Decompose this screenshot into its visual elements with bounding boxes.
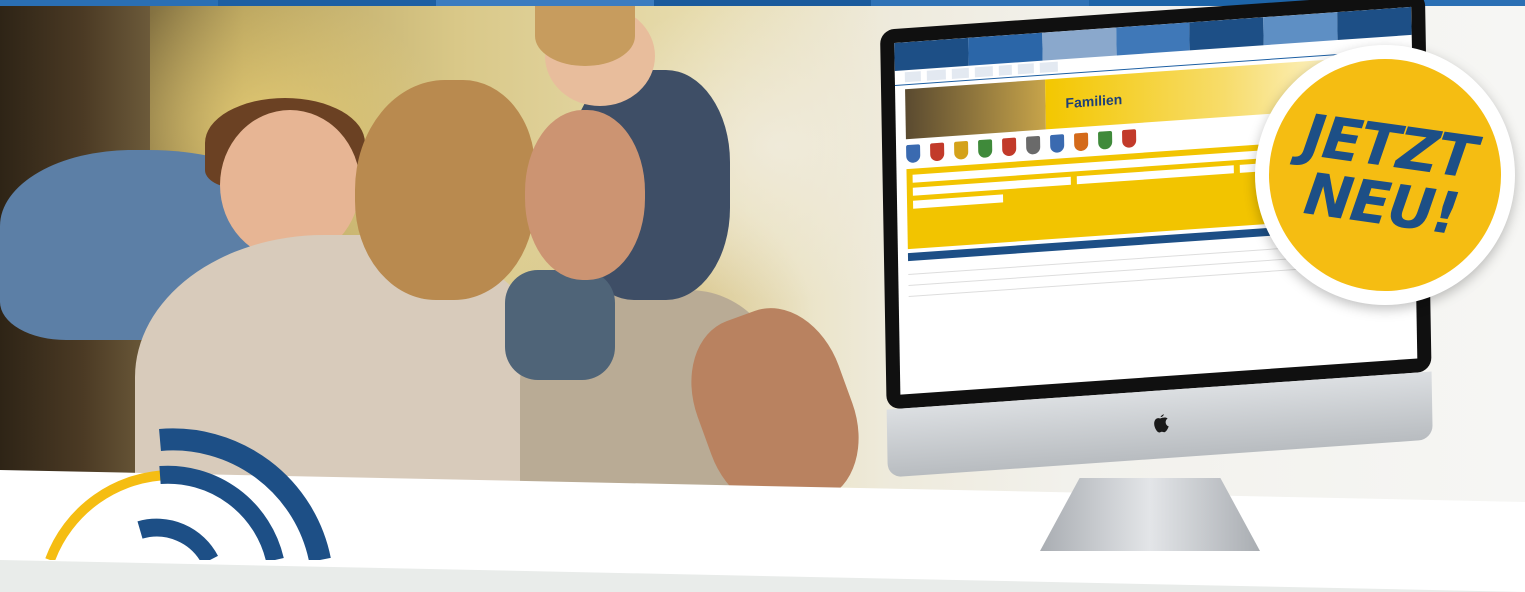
nav-item — [927, 69, 947, 81]
site-header-block — [894, 37, 969, 71]
site-header-block — [1189, 17, 1264, 51]
coat-of-arms-icon — [1026, 135, 1041, 155]
apple-logo-icon — [1153, 414, 1169, 433]
site-hero-photo — [905, 79, 1046, 140]
coat-of-arms-icon — [930, 142, 945, 162]
father-face — [525, 110, 645, 280]
signal-wave-icon — [45, 428, 331, 560]
site-header-block — [1337, 6, 1412, 41]
coat-of-arms-icon — [954, 140, 969, 160]
coat-of-arms-icon — [1074, 132, 1089, 152]
logo-yellow-arc — [45, 470, 171, 560]
coat-of-arms-icon — [1002, 137, 1017, 157]
child-legs — [505, 270, 615, 380]
child-hair — [535, 6, 635, 66]
coat-of-arms-icon — [978, 139, 993, 159]
site-header-block — [968, 32, 1043, 66]
coat-of-arms-icon — [906, 144, 921, 164]
site-filter-field — [913, 194, 1004, 209]
site-brand: Familien — [1065, 91, 1123, 112]
logo-inner-wave — [137, 518, 218, 560]
coat-of-arms-icon — [1050, 134, 1065, 154]
mother-hair — [355, 80, 535, 300]
nav-item — [1040, 61, 1059, 73]
coat-of-arms-icon — [1122, 129, 1137, 149]
site-header-block — [1263, 12, 1338, 46]
nav-item — [1017, 63, 1035, 75]
jetzt-neu-badge: JETZT NEU! — [1253, 43, 1517, 307]
nav-item — [952, 67, 969, 79]
nav-item — [904, 71, 922, 83]
badge-yellow-disc: JETZT NEU! — [1253, 43, 1517, 307]
logo-middle-wave — [159, 465, 284, 560]
site-header-block — [1115, 22, 1191, 56]
nav-item — [998, 64, 1013, 76]
site-header-block — [1041, 27, 1117, 61]
coat-of-arms-icon — [1098, 130, 1113, 150]
nav-item — [974, 66, 993, 78]
